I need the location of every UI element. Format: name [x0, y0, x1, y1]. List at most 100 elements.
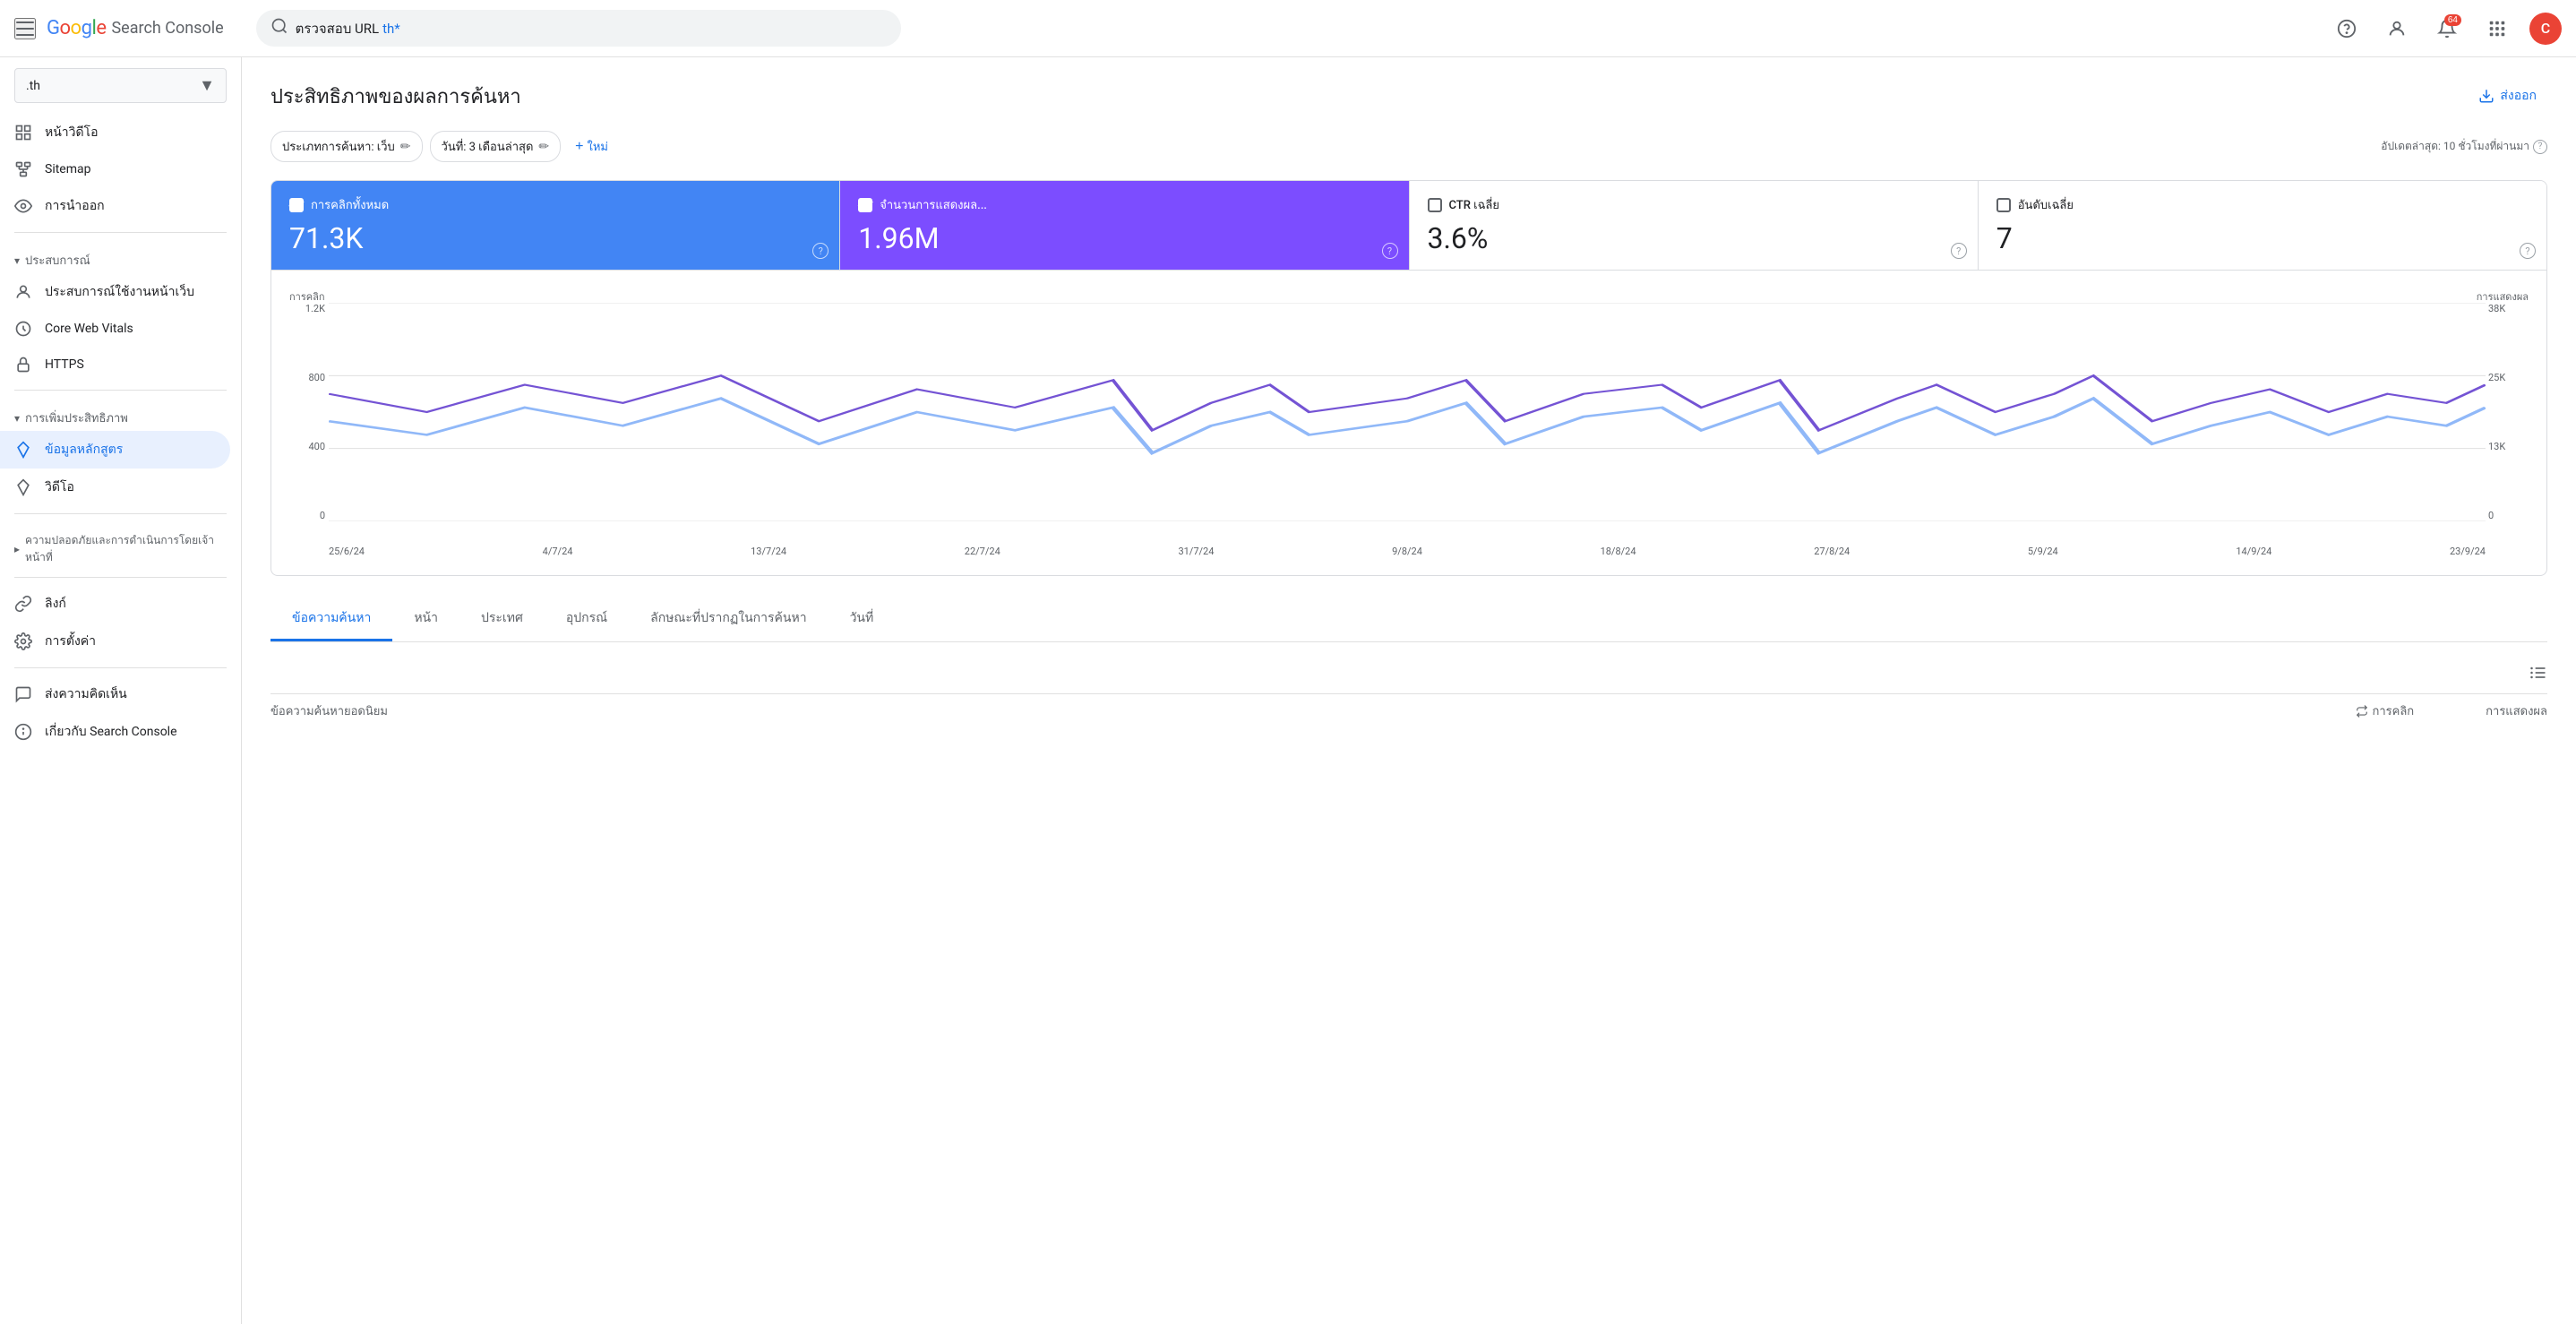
site-selector-value: .th: [26, 79, 199, 93]
tab-label: อุปกรณ์: [566, 611, 607, 625]
topbar-actions: 64 C: [2329, 11, 2562, 47]
filter-type-label: ประเภทการค้นหา: เว็บ: [282, 137, 395, 156]
metric-info-impressions[interactable]: ?: [1382, 243, 1398, 259]
notifications-button[interactable]: 64: [2429, 11, 2465, 47]
video-icon: [14, 478, 32, 496]
metric-card-ctr[interactable]: CTR เฉลี่ย 3.6% ?: [1410, 181, 1979, 270]
layout: .th ▼ หน้าวิดีโอ Sitemap การนำออก ▾ ประส…: [0, 57, 2576, 1324]
metric-info-clicks[interactable]: ?: [812, 243, 829, 259]
metric-label-clicks: การคลิกทั้งหมด: [311, 195, 389, 214]
chart-y-label: 1.2K: [289, 303, 325, 314]
sidebar-item-feedback[interactable]: ส่งความคิดเห็น: [0, 675, 230, 713]
person-icon: [14, 283, 32, 301]
sidebar-divider: [14, 667, 227, 668]
export-button[interactable]: ส่งออก: [2468, 79, 2547, 113]
diamond-icon: [14, 441, 32, 459]
section-title: การเพิ่มประสิทธิภาพ: [25, 408, 128, 427]
sidebar-item-page-video[interactable]: หน้าวิดีโอ: [0, 114, 230, 151]
chart-y-label: 400: [289, 441, 325, 452]
chart-y-label: 38K: [2488, 303, 2529, 314]
help-button[interactable]: [2329, 11, 2365, 47]
metric-card-impressions[interactable]: ✓ จำนวนการแสดงผล... 1.96M ?: [840, 181, 1409, 270]
add-filter-button[interactable]: + ใหม่: [568, 132, 615, 161]
sidebar-divider: [14, 577, 227, 578]
tab-country[interactable]: ประเทศ: [459, 598, 545, 641]
col-clicks[interactable]: การคลิก: [2356, 701, 2414, 720]
tab-page[interactable]: หน้า: [392, 598, 459, 641]
apps-button[interactable]: [2479, 11, 2515, 47]
chart-x-labels: 25/6/24 4/7/24 13/7/24 22/7/24 31/7/24 9…: [329, 546, 2486, 557]
sidebar-item-navigation[interactable]: การนำออก: [0, 187, 230, 225]
logo[interactable]: Google Search Console: [47, 17, 224, 39]
metric-checkbox-clicks: ✓: [289, 198, 304, 212]
sidebar-item-sitemap[interactable]: Sitemap: [0, 151, 230, 187]
sidebar-item-about[interactable]: เกี่ยวกับ Search Console: [0, 713, 230, 751]
section-title: ความปลอดภัยและการดำเนินการโดยเจ้าหน้าที่: [25, 532, 227, 566]
sidebar-item-core-web-vitals[interactable]: Core Web Vitals: [0, 311, 230, 347]
sitemap-icon: [14, 160, 32, 178]
menu-button[interactable]: [14, 18, 36, 39]
edit-icon: ✏: [538, 140, 549, 154]
col-query[interactable]: ข้อความค้นหายอดนิยม: [270, 701, 388, 720]
account-button[interactable]: [2379, 11, 2415, 47]
metric-checkbox-position: [1996, 198, 2011, 212]
sidebar-divider: [14, 513, 227, 514]
filter-chip-date[interactable]: วันที่: 3 เดือนล่าสุด ✏: [430, 131, 562, 162]
help-icon: ?: [2533, 140, 2547, 154]
filter-list-icon[interactable]: [2529, 664, 2547, 686]
section-label-security[interactable]: ▸ ความปลอดภัยและการดำเนินการโดยเจ้าหน้าท…: [0, 521, 241, 570]
edit-icon: ✏: [400, 140, 411, 154]
chart-y-label: 13K: [2488, 441, 2529, 452]
sidebar-item-web-exp[interactable]: ประสบการณ์ใช้งานหน้าเว็บ: [0, 273, 230, 311]
sidebar-item-https[interactable]: HTTPS: [0, 347, 230, 383]
info-icon: [14, 723, 32, 741]
export-label: ส่งออก: [2500, 86, 2537, 106]
metric-label-impressions: จำนวนการแสดงผล...: [880, 195, 987, 214]
filter-date-label: วันที่: 3 เดือนล่าสุด: [442, 137, 534, 156]
metric-checkbox-ctr: [1428, 198, 1442, 212]
metric-card-clicks[interactable]: ✓ การคลิกทั้งหมด 71.3K ?: [271, 181, 840, 270]
filter-chip-type[interactable]: ประเภทการค้นหา: เว็บ ✏: [270, 131, 423, 162]
search-input[interactable]: ตรวจสอบ URL th*: [296, 18, 887, 39]
search-bar[interactable]: ตรวจสอบ URL th*: [256, 10, 901, 47]
sidebar-item-label: ข้อมูลหลักสูตร: [45, 440, 123, 460]
sidebar-item-label: เกี่ยวกับ Search Console: [45, 722, 177, 742]
main-content: ประสิทธิภาพของผลการค้นหา ส่งออก ประเภทกา…: [242, 57, 2576, 1324]
filter-bar: ประเภทการค้นหา: เว็บ ✏ วันที่: 3 เดือนล่…: [270, 131, 2547, 162]
metric-value-impressions: 1.96M: [858, 221, 1390, 255]
last-updated-text: อัปเดตล่าสุด: 10 ชั่วโมงที่ผ่านมา: [2381, 138, 2529, 155]
section-label-enhance[interactable]: ▾ การเพิ่มประสิทธิภาพ: [0, 398, 241, 431]
tab-label: หน้า: [414, 611, 438, 625]
metric-label-position: อันดับเฉลี่ย: [2018, 195, 2074, 214]
chat-icon: [14, 685, 32, 703]
product-name: Search Console: [111, 19, 223, 38]
sidebar-item-label: วิดีโอ: [45, 477, 74, 497]
tab-query[interactable]: ข้อความค้นหา: [270, 598, 392, 641]
metric-info-ctr[interactable]: ?: [1951, 243, 1967, 259]
site-selector[interactable]: .th ▼: [14, 68, 227, 103]
notification-badge: 64: [2444, 14, 2461, 26]
chart-y-label: 800: [289, 372, 325, 383]
metric-info-position[interactable]: ?: [2520, 243, 2536, 259]
metric-cards: ✓ การคลิกทั้งหมด 71.3K ? ✓ จำนวนการแสดงผ…: [270, 180, 2547, 271]
metric-card-position[interactable]: อันดับเฉลี่ย 7 ?: [1979, 181, 2546, 270]
sidebar-item-links[interactable]: ลิงก์: [0, 585, 230, 623]
tab-date[interactable]: วันที่: [829, 598, 896, 641]
user-avatar[interactable]: C: [2529, 13, 2562, 45]
chart-svg: [329, 303, 2486, 521]
search-icon: [270, 17, 288, 39]
page-header: ประสิทธิภาพของผลการค้นหา ส่งออก: [270, 79, 2547, 113]
sidebar-item-video[interactable]: วิดีโอ: [0, 469, 230, 506]
sidebar-item-structured-data[interactable]: ข้อมูลหลักสูตร: [0, 431, 230, 469]
sidebar-divider: [14, 390, 227, 391]
tab-label: ประเทศ: [481, 611, 523, 625]
google-wordmark: Google: [47, 17, 106, 39]
tab-appearance[interactable]: ลักษณะที่ปรากฏในการค้นหา: [629, 598, 828, 641]
sidebar-item-label: ลิงก์: [45, 594, 66, 614]
tab-device[interactable]: อุปกรณ์: [545, 598, 629, 641]
tab-label: วันที่: [850, 611, 874, 625]
sidebar-item-label: ส่งความคิดเห็น: [45, 684, 127, 704]
sidebar-item-settings[interactable]: การตั้งค่า: [0, 623, 230, 660]
section-label-prasopkan[interactable]: ▾ ประสบการณ์: [0, 240, 241, 273]
col-impressions[interactable]: การแสดงผล: [2486, 701, 2547, 720]
